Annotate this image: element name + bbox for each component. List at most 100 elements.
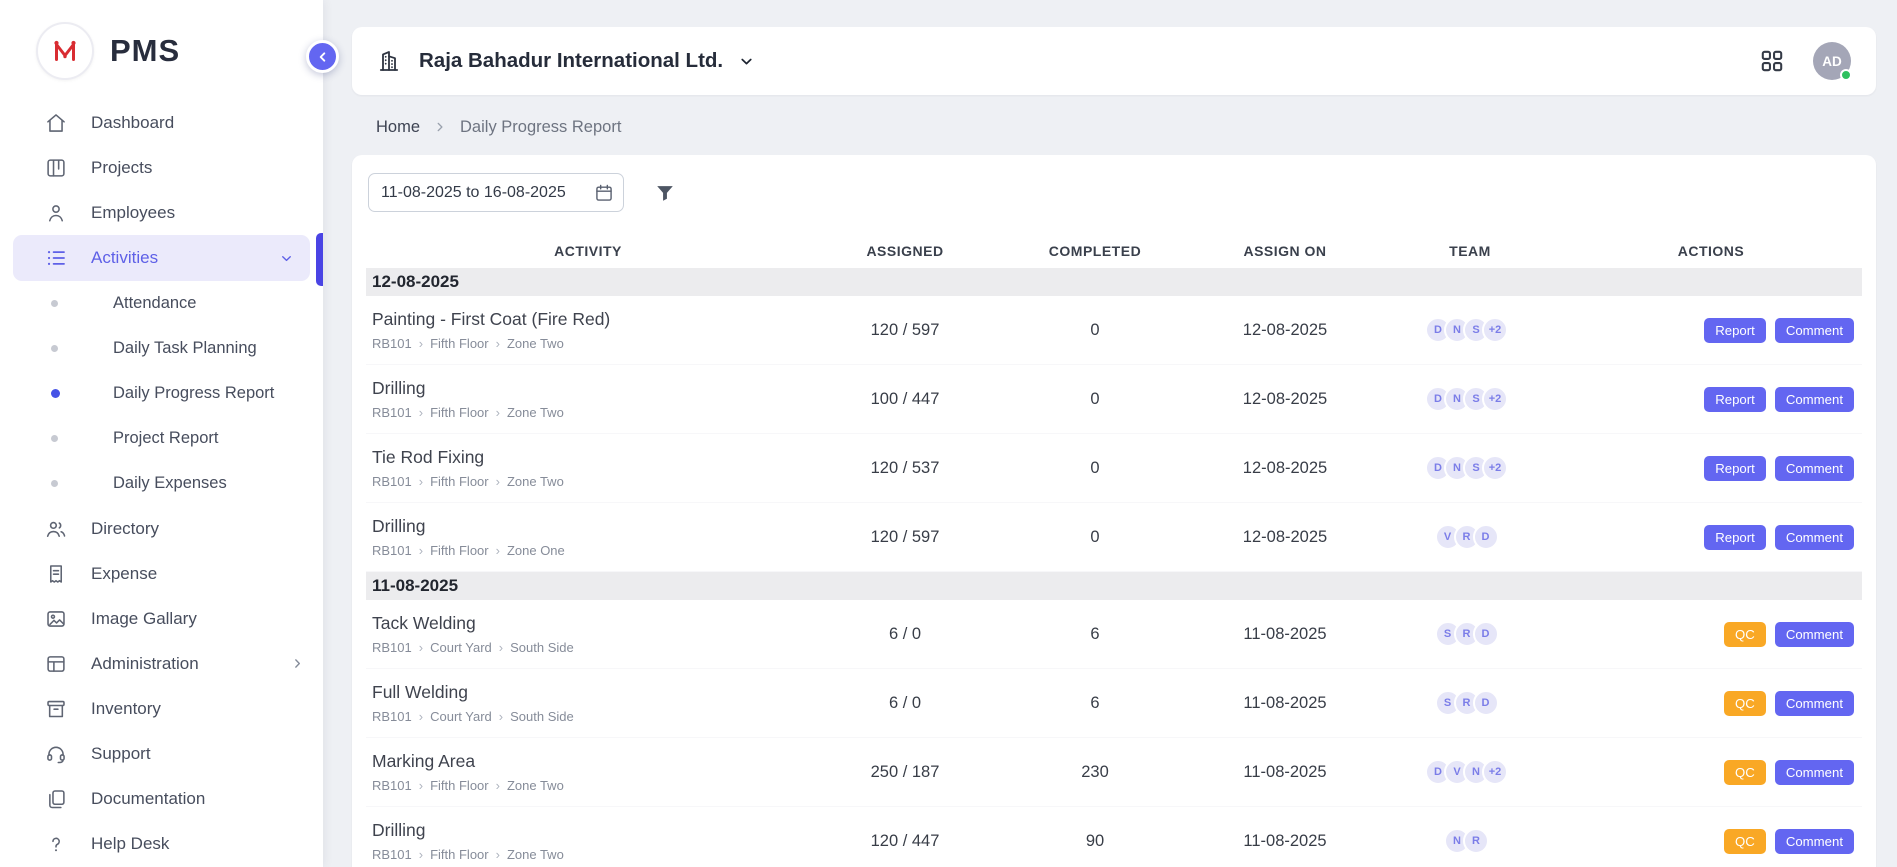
app-title: PMS — [110, 33, 180, 69]
team-avatars: DNS +2 — [1380, 317, 1560, 343]
completed-value: 0 — [1000, 528, 1190, 547]
location-crumb: Fifth Floor — [412, 778, 489, 793]
member-avatar[interactable]: D — [1473, 690, 1499, 716]
more-members-chip[interactable]: +2 — [1482, 455, 1508, 481]
completed-value: 0 — [1000, 390, 1190, 409]
primary-action-button[interactable]: QC — [1724, 760, 1766, 785]
sidebar: PMS Dashboard Projects — [0, 0, 323, 867]
sidebar-bottom-items: Directory Expense Image Gallary — [0, 506, 323, 866]
avatar-initials: AD — [1822, 54, 1842, 69]
documentation-icon — [45, 788, 67, 810]
location-crumb: RB101 — [372, 709, 412, 724]
company-name[interactable]: Raja Bahadur International Ltd. — [419, 49, 723, 73]
comment-button[interactable]: Comment — [1775, 691, 1854, 716]
actions-cell: Report Comment — [1560, 318, 1862, 343]
member-avatar[interactable]: D — [1473, 524, 1499, 550]
location-crumb: RB101 — [372, 336, 412, 351]
chevron-down-icon[interactable] — [738, 53, 755, 70]
activity-cell: Full Welding RB101Court YardSouth Side — [366, 673, 810, 733]
activities-submenu: Attendance Daily Task Planning Daily Pro… — [0, 281, 323, 506]
filter-icon[interactable] — [654, 182, 676, 204]
primary-action-button[interactable]: QC — [1724, 829, 1766, 854]
sidebar-item[interactable]: Dashboard — [0, 100, 323, 145]
sidebar-item[interactable]: Image Gallary — [0, 596, 323, 641]
bullet-dot-icon — [51, 389, 60, 398]
activity-name: Drilling — [372, 378, 802, 399]
date-group: 11-08-2025 Tack Welding RB — [366, 572, 1862, 867]
comment-button[interactable]: Comment — [1775, 387, 1854, 412]
activity-cell: Tack Welding RB101Court YardSouth Side — [366, 604, 810, 664]
sidebar-subitem[interactable]: Attendance — [0, 281, 323, 326]
inventory-icon — [45, 698, 67, 720]
sidebar-item[interactable]: Projects — [0, 145, 323, 190]
actions-cell: Report Comment — [1560, 387, 1862, 412]
sidebar-item[interactable]: Directory — [0, 506, 323, 551]
more-members-chip[interactable]: +2 — [1482, 317, 1508, 343]
sidebar-item[interactable]: Inventory — [0, 686, 323, 731]
breadcrumb-home[interactable]: Home — [376, 118, 420, 137]
assigned-value: 120 / 597 — [810, 528, 1000, 547]
topbar-right: AD — [1759, 42, 1851, 80]
expense-icon — [45, 563, 67, 585]
primary-action-button[interactable]: Report — [1704, 456, 1766, 481]
sidebar-item[interactable]: Support — [0, 731, 323, 776]
activity-row: Tie Rod Fixing RB101Fifth FloorZone Two … — [366, 434, 1862, 503]
assigned-value: 120 / 537 — [810, 459, 1000, 478]
activity-row: Painting - First Coat (Fire Red) RB101Fi… — [366, 296, 1862, 365]
column-header: ACTIVITY — [366, 243, 810, 259]
user-avatar[interactable]: AD — [1813, 42, 1851, 80]
breadcrumb-current: Daily Progress Report — [460, 118, 621, 137]
activity-row: Drilling RB101Fifth FloorZone One 120 / … — [366, 503, 1862, 572]
comment-button[interactable]: Comment — [1775, 525, 1854, 550]
activity-row: Drilling RB101Fifth FloorZone Two 120 / … — [366, 807, 1862, 867]
location-crumb: Zone Two — [489, 778, 564, 793]
sidebar-subitem[interactable]: Daily Progress Report — [0, 371, 323, 416]
completed-value: 90 — [1000, 832, 1190, 851]
date-range-input[interactable]: 11-08-2025 to 16-08-2025 — [368, 173, 624, 212]
comment-button[interactable]: Comment — [1775, 456, 1854, 481]
sidebar-item[interactable]: Documentation — [0, 776, 323, 821]
sidebar-item[interactable]: Employees — [0, 190, 323, 235]
primary-action-button[interactable]: QC — [1724, 691, 1766, 716]
pms-logo[interactable] — [36, 22, 94, 80]
primary-action-button[interactable]: QC — [1724, 622, 1766, 647]
comment-button[interactable]: Comment — [1775, 760, 1854, 785]
main-content: Raja Bahadur International Ltd. AD Home — [323, 0, 1897, 867]
apps-grid-icon[interactable] — [1759, 48, 1785, 74]
report-card: 11-08-2025 to 16-08-2025 ACTIVITY ASSIG — [352, 155, 1876, 867]
assigned-value: 100 / 447 — [810, 390, 1000, 409]
location-crumb: RB101 — [372, 405, 412, 420]
comment-button[interactable]: Comment — [1775, 829, 1854, 854]
sidebar-item-activities[interactable]: Activities — [13, 235, 310, 281]
sidebar-subitem[interactable]: Daily Task Planning — [0, 326, 323, 371]
team-avatars: DNS +2 — [1380, 455, 1560, 481]
column-header: TEAM — [1380, 243, 1560, 259]
primary-action-button[interactable]: Report — [1704, 387, 1766, 412]
top-header-bar: Raja Bahadur International Ltd. AD — [352, 27, 1876, 95]
primary-action-button[interactable]: Report — [1704, 318, 1766, 343]
activity-location-path: RB101Court YardSouth Side — [372, 640, 802, 655]
location-crumb: Fifth Floor — [412, 543, 489, 558]
activity-name: Drilling — [372, 516, 802, 537]
breadcrumb: Home Daily Progress Report — [376, 115, 1876, 139]
primary-action-button[interactable]: Report — [1704, 525, 1766, 550]
more-members-chip[interactable]: +2 — [1482, 386, 1508, 412]
activity-cell: Drilling RB101Fifth FloorZone Two — [366, 369, 810, 429]
sidebar-item[interactable]: Expense — [0, 551, 323, 596]
location-crumb: Zone One — [489, 543, 565, 558]
location-crumb: Court Yard — [412, 709, 492, 724]
activity-location-path: RB101Fifth FloorZone Two — [372, 336, 802, 351]
date-group-header: 12-08-2025 — [366, 268, 1862, 296]
sidebar-collapse-button[interactable] — [306, 40, 339, 73]
sidebar-subitem[interactable]: Daily Expenses — [0, 461, 323, 506]
assigned-value: 120 / 447 — [810, 832, 1000, 851]
sidebar-subitem[interactable]: Project Report — [0, 416, 323, 461]
member-avatar[interactable]: R — [1463, 828, 1489, 854]
more-members-chip[interactable]: +2 — [1482, 759, 1508, 785]
sidebar-item[interactable]: Administration — [0, 641, 323, 686]
comment-button[interactable]: Comment — [1775, 318, 1854, 343]
support-icon — [45, 743, 67, 765]
member-avatar[interactable]: D — [1473, 621, 1499, 647]
sidebar-item[interactable]: Help Desk — [0, 821, 323, 866]
comment-button[interactable]: Comment — [1775, 622, 1854, 647]
